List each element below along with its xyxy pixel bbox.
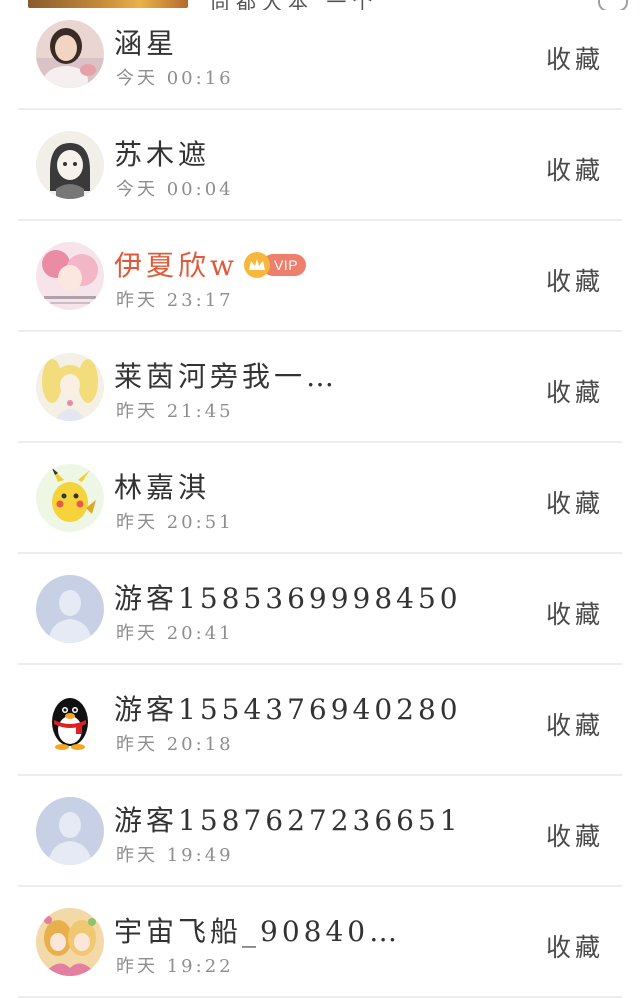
visit-time: 昨天 21:45 xyxy=(116,401,234,422)
user-name: 游客1587627236651 xyxy=(114,804,462,837)
user-name: 游客1585369998450 xyxy=(114,582,462,615)
favorite-button[interactable]: 收藏 xyxy=(546,706,604,742)
visit-time: 今天 00:16 xyxy=(116,68,234,89)
user-name-text: 伊夏欣w xyxy=(114,249,238,282)
visit-time: 昨天 20:51 xyxy=(116,512,234,533)
pikachu-avatar[interactable] xyxy=(36,464,104,532)
favorite-button[interactable]: 收藏 xyxy=(546,373,604,409)
default-guest-avatar[interactable] xyxy=(36,575,104,643)
favorite-button[interactable]: 收藏 xyxy=(546,40,604,76)
row-divider xyxy=(18,219,622,221)
visit-time: 昨天 19:22 xyxy=(116,956,234,977)
row-divider xyxy=(18,885,622,887)
list-item[interactable]: 苏木遮 今天 00:04 收藏 xyxy=(0,111,640,222)
qq-penguin-avatar[interactable] xyxy=(36,686,104,754)
list-item[interactable]: 游客1585369998450 昨天 20:41 收藏 xyxy=(0,555,640,666)
favorite-button[interactable]: 收藏 xyxy=(546,151,604,187)
row-divider xyxy=(18,108,622,110)
row-divider xyxy=(18,774,622,776)
row-divider xyxy=(18,441,622,443)
photo-girl-avatar[interactable] xyxy=(36,20,104,88)
list-item[interactable]: 涵星 今天 00:16 收藏 xyxy=(0,0,640,111)
row-divider xyxy=(18,663,622,665)
row-divider xyxy=(18,996,622,998)
visit-time: 今天 00:04 xyxy=(116,179,234,200)
list-item[interactable]: 莱茵河旁我一… 昨天 21:45 收藏 xyxy=(0,333,640,444)
user-name: 林嘉淇 xyxy=(114,471,211,504)
list-item[interactable]: 宇宙飞船_90840… 昨天 19:22 收藏 xyxy=(0,888,640,999)
user-name: 伊夏欣w VIP xyxy=(114,244,307,284)
favorite-button[interactable]: 收藏 xyxy=(546,817,604,853)
visit-time: 昨天 23:17 xyxy=(116,290,234,311)
favorite-button[interactable]: 收藏 xyxy=(546,484,604,520)
user-name: 苏木遮 xyxy=(114,138,211,171)
row-divider xyxy=(18,330,622,332)
visit-time: 昨天 20:18 xyxy=(116,734,234,755)
anime-girls-avatar[interactable] xyxy=(36,908,104,976)
favorite-button[interactable]: 收藏 xyxy=(546,262,604,298)
visit-time: 昨天 19:49 xyxy=(116,845,234,866)
list-item[interactable]: 游客1587627236651 昨天 19:49 收藏 xyxy=(0,777,640,888)
sailor-moon-avatar[interactable] xyxy=(36,353,104,421)
user-name: 莱茵河旁我一… xyxy=(114,360,339,393)
list-item[interactable]: 林嘉淇 昨天 20:51 收藏 xyxy=(0,444,640,555)
user-name: 宇宙飞船_90840… xyxy=(114,915,402,948)
default-guest-avatar[interactable] xyxy=(36,797,104,865)
user-name: 涵星 xyxy=(114,27,179,60)
row-divider xyxy=(18,552,622,554)
vip-badge: VIP xyxy=(243,251,307,278)
sketch-girl-avatar[interactable] xyxy=(36,131,104,199)
list-item[interactable]: 游客1554376940280 昨天 20:18 收藏 xyxy=(0,666,640,777)
visit-time: 昨天 20:41 xyxy=(116,623,234,644)
list-item[interactable]: 伊夏欣w VIP 昨天 23:17 收藏 xyxy=(0,222,640,333)
crown-icon xyxy=(243,251,270,278)
user-name: 游客1554376940280 xyxy=(114,693,462,726)
pink-illustration-avatar[interactable] xyxy=(36,242,104,310)
favorite-button[interactable]: 收藏 xyxy=(546,595,604,631)
favorite-button[interactable]: 收藏 xyxy=(546,928,604,964)
